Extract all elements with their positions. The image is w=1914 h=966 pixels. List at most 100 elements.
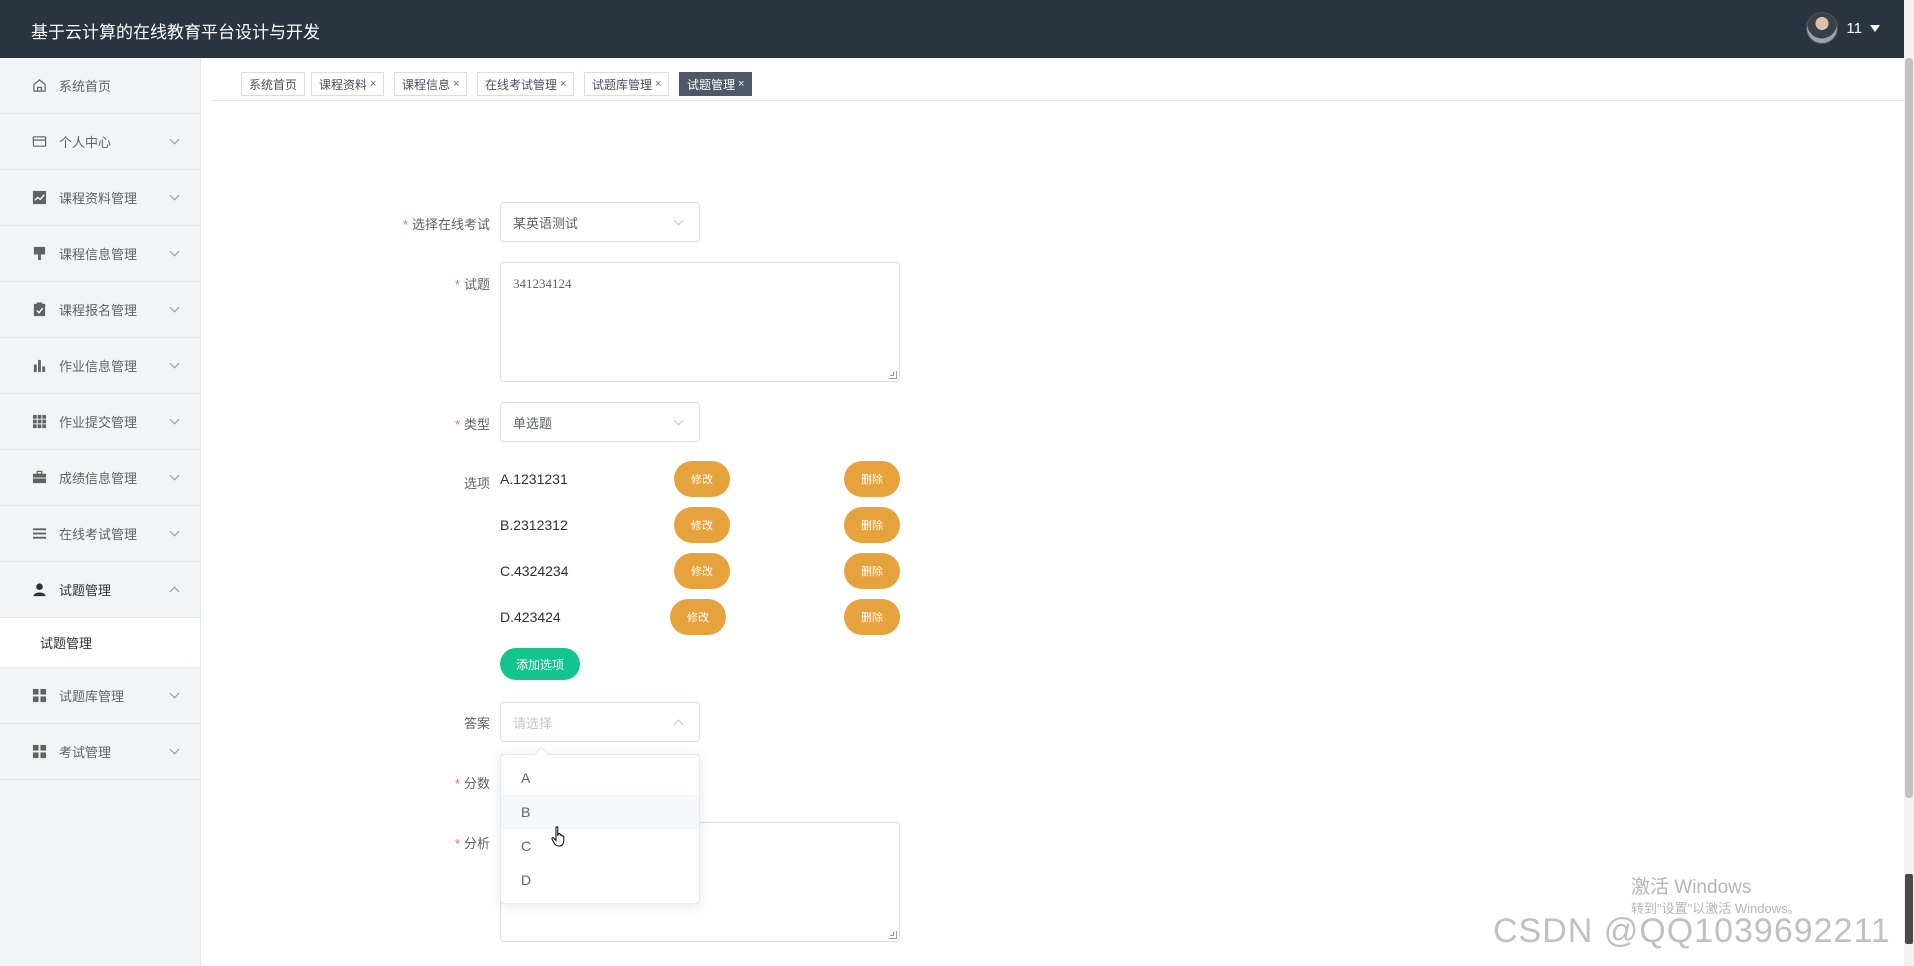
resize-handle-icon[interactable]: [889, 371, 897, 379]
sidebar-item-label: 成绩信息管理: [59, 471, 138, 486]
home-icon: [31, 78, 47, 94]
scrollbar-thumb[interactable]: [1905, 58, 1913, 798]
sidebar-item-label: 作业提交管理: [59, 415, 138, 430]
tab-question-bank[interactable]: 试题库管理 ×: [584, 72, 670, 96]
edit-option-d-button[interactable]: 修改: [670, 599, 726, 635]
sidebar-item-course-enroll[interactable]: 课程报名管理: [0, 282, 200, 338]
sidebar-item-question-mgmt[interactable]: 试题管理: [0, 562, 200, 618]
question-value: 341234124: [513, 276, 572, 291]
tab-label: 课程信息: [402, 77, 451, 92]
delete-option-a-button[interactable]: 删除: [844, 461, 900, 497]
close-icon[interactable]: ×: [655, 78, 661, 90]
close-icon[interactable]: ×: [738, 78, 744, 90]
top-bar: 基于云计算的在线教育平台设计与开发 11: [0, 0, 1904, 58]
username[interactable]: 11: [1846, 20, 1862, 37]
tab-label: 在线考试管理: [485, 77, 558, 92]
sidebar-item-grade-info[interactable]: 成绩信息管理: [0, 450, 200, 506]
caret-down-icon[interactable]: [1870, 24, 1880, 32]
sidebar-item-course-material[interactable]: 课程资料管理: [0, 170, 200, 226]
add-option-button[interactable]: 添加选项: [500, 648, 580, 680]
answer-placeholder: 请选择: [513, 715, 553, 731]
answer-dropdown: A B C D: [500, 754, 700, 904]
hand-cursor-icon: [551, 826, 565, 847]
dropdown-option-c[interactable]: C: [501, 829, 699, 863]
tab-question-mgmt[interactable]: 试题管理 ×: [679, 72, 753, 96]
chevron-down-icon: [169, 246, 180, 257]
chevron-up-icon: [673, 719, 684, 730]
tab-label: 试题库管理: [592, 77, 653, 92]
type-select-value: 单选题: [513, 415, 553, 431]
user-menu[interactable]: 11: [1806, 12, 1880, 44]
user-icon: [31, 582, 47, 598]
sidebar-item-online-exam[interactable]: 在线考试管理: [0, 506, 200, 562]
chevron-down-icon: [169, 358, 180, 369]
scrollbar-thumb-lower[interactable]: [1905, 874, 1913, 944]
sidebar-subitem-label: 试题管理: [40, 636, 93, 651]
option-a-text: A.1231231: [500, 471, 568, 487]
question-textarea[interactable]: 341234124: [500, 262, 900, 382]
sidebar-item-label: 在线考试管理: [59, 527, 138, 542]
chevron-up-icon: [169, 586, 180, 597]
tab-bar: 系统首页 课程资料 × 课程信息 × 在线考试管理 × 试题库管理 × 试题管理 ×: [211, 58, 1904, 101]
type-label: * 类型: [454, 417, 490, 432]
sidebar-item-homework-submit[interactable]: 作业提交管理: [0, 394, 200, 450]
sidebar-subitem-question-mgmt[interactable]: 试题管理: [0, 618, 200, 668]
delete-option-d-button[interactable]: 删除: [844, 599, 900, 635]
delete-option-c-button[interactable]: 删除: [844, 553, 900, 589]
tab-label: 系统首页: [249, 77, 298, 92]
page-scrollbar[interactable]: [1904, 0, 1914, 966]
avatar[interactable]: [1806, 12, 1839, 44]
windows-activation-title: 激活 Windows: [1631, 877, 1752, 898]
score-label: * 分数: [454, 776, 490, 791]
sidebar-item-exam-mgmt[interactable]: 考试管理: [0, 724, 200, 780]
edit-option-b-button[interactable]: 修改: [674, 507, 730, 543]
dropdown-option-d[interactable]: D: [501, 863, 699, 897]
clipboard-check-icon: [31, 302, 47, 318]
sidebar-item-label: 课程报名管理: [59, 303, 138, 318]
close-icon[interactable]: ×: [370, 78, 376, 90]
apps-icon: [31, 744, 47, 760]
sidebar-item-label: 试题库管理: [59, 689, 125, 704]
dropdown-option-a[interactable]: A: [501, 761, 699, 795]
sidebar-item-label: 试题管理: [59, 583, 112, 598]
type-select[interactable]: 单选题: [500, 402, 700, 442]
option-c-text: C.4324234: [500, 563, 569, 579]
chevron-down-icon: [169, 302, 180, 313]
sidebar-item-course-info[interactable]: 课程信息管理: [0, 226, 200, 282]
option-d-text: D.423424: [500, 609, 561, 625]
chevron-down-icon: [169, 744, 180, 755]
wallet-icon: [31, 134, 47, 150]
chevron-down-icon: [673, 215, 684, 226]
app-title: 基于云计算的在线教育平台设计与开发: [31, 23, 320, 42]
chevron-down-icon: [169, 688, 180, 699]
tab-label: 课程资料: [319, 77, 368, 92]
briefcase-icon: [31, 470, 47, 486]
chevron-down-icon: [169, 134, 180, 145]
edit-option-a-button[interactable]: 修改: [674, 461, 730, 497]
tab-course-info[interactable]: 课程信息 ×: [394, 72, 468, 96]
sidebar-item-question-bank[interactable]: 试题库管理: [0, 668, 200, 724]
delete-option-b-button[interactable]: 删除: [844, 507, 900, 543]
options-label: 选项: [463, 476, 490, 491]
tab-online-exam[interactable]: 在线考试管理 ×: [477, 72, 575, 96]
resize-handle-icon[interactable]: [889, 931, 897, 939]
exam-select[interactable]: 某英语测试: [500, 202, 700, 242]
sidebar-item-label: 个人中心: [59, 135, 112, 150]
tab-course-material[interactable]: 课程资料 ×: [311, 72, 385, 96]
tab-home[interactable]: 系统首页: [241, 72, 306, 96]
sidebar-item-homework-info[interactable]: 作业信息管理: [0, 338, 200, 394]
stamp-icon: [31, 246, 47, 262]
close-icon[interactable]: ×: [453, 78, 459, 90]
answer-select[interactable]: 请选择: [500, 702, 700, 742]
sidebar-item-label: 作业信息管理: [59, 359, 138, 374]
analysis-label: * 分析: [454, 836, 490, 851]
answer-label: 答案: [463, 716, 490, 731]
edit-option-c-button[interactable]: 修改: [674, 553, 730, 589]
dropdown-option-b[interactable]: B: [501, 795, 699, 829]
sidebar-item-label: 课程资料管理: [59, 191, 138, 206]
close-icon[interactable]: ×: [560, 78, 566, 90]
chevron-down-icon: [169, 526, 180, 537]
sidebar-item-personal[interactable]: 个人中心: [0, 114, 200, 170]
sidebar-item-home[interactable]: 系统首页: [0, 58, 200, 114]
exam-select-value: 某英语测试: [513, 215, 579, 231]
